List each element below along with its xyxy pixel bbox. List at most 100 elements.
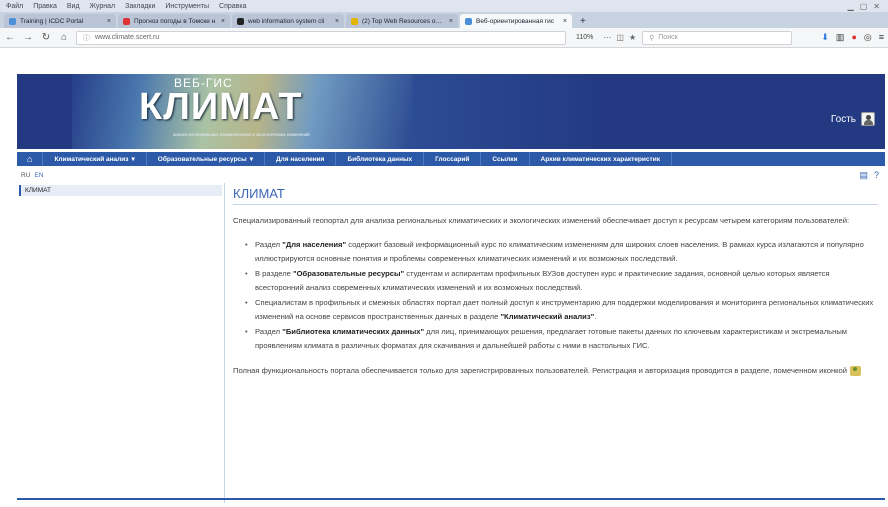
menu-file[interactable]: Файл <box>6 3 23 10</box>
reload-icon[interactable]: ↻ <box>40 32 52 43</box>
menu-help[interactable]: Справка <box>219 3 246 10</box>
tab-close-icon[interactable]: × <box>107 18 111 25</box>
tab-close-icon[interactable]: × <box>563 18 567 25</box>
bottom-divider <box>17 498 885 500</box>
tab-title: Прогноз погоды в Томске н <box>134 17 216 25</box>
menu-view[interactable]: Вид <box>67 3 80 10</box>
forward-icon[interactable]: → <box>22 32 34 43</box>
menu-glossary[interactable]: Глоссарий <box>424 152 482 166</box>
browser-tab[interactable]: web information system cli × <box>232 14 344 28</box>
sidebar: КЛИМАТ <box>17 183 225 503</box>
library-icon[interactable]: ▥ <box>836 32 845 43</box>
browser-tab-active[interactable]: Веб-ориентированная гис × <box>460 14 572 28</box>
list-item: Специалистам в профильных и смежных обла… <box>245 296 878 324</box>
maximize-icon[interactable]: ▢ <box>860 2 868 11</box>
browser-menubar: Файл Правка Вид Журнал Закладки Инструме… <box>0 0 888 12</box>
lang-ru[interactable]: RU <box>21 172 30 179</box>
item-text-pre: Раздел <box>255 327 283 336</box>
guest-login[interactable]: Гость <box>831 112 875 126</box>
zoom-level[interactable]: 110% <box>572 34 597 41</box>
menu-icon[interactable]: ≡ <box>879 32 884 43</box>
toolbar-icons: ⬇ ▥ ● ◎ ≡ <box>821 32 884 43</box>
item-section-link: "Образовательные ресурсы" <box>293 269 405 278</box>
language-bar: RU EN ▤ ? <box>17 168 885 182</box>
guest-label: Гость <box>830 113 856 125</box>
menu-archive[interactable]: Архив климатических характеристик <box>530 152 672 166</box>
home-icon[interactable]: ⌂ <box>58 32 70 43</box>
browser-tab[interactable]: Training | ICDC Portal × <box>4 14 116 28</box>
logo-tagline: анализ региональных климатических и экол… <box>173 132 310 137</box>
menu-data-library[interactable]: Библиотека данных <box>336 152 425 166</box>
address-bar[interactable]: ⓘ www.climate.scert.ru <box>76 30 566 45</box>
item-section-link: "Для населения" <box>282 240 347 249</box>
menu-history[interactable]: Журнал <box>90 3 116 10</box>
menu-tools[interactable]: Инструменты <box>165 3 209 10</box>
item-text-post: . <box>594 312 597 321</box>
logo-title[interactable]: КЛИМАТ <box>139 86 303 129</box>
search-placeholder: Поиск <box>658 34 678 41</box>
info-icon[interactable]: ⓘ <box>83 33 90 43</box>
tab-close-icon[interactable]: × <box>221 18 225 25</box>
browser-tab[interactable]: Прогноз погоды в Томске н × <box>118 14 230 28</box>
globe-icon <box>237 17 244 25</box>
search-input[interactable]: ⚲ Поиск <box>642 30 793 45</box>
page-actions-icon[interactable]: ⋯ <box>603 33 611 42</box>
weather-icon <box>123 17 130 25</box>
header-background <box>412 74 885 149</box>
url-text: www.climate.scert.ru <box>95 34 160 41</box>
item-text-pre: В разделе <box>255 269 294 278</box>
tab-close-icon[interactable]: × <box>449 18 453 25</box>
menu-climate-analysis[interactable]: Климатический анализ ▾ <box>43 152 147 166</box>
main-menu: ⌂ Климатический анализ ▾ Образовательные … <box>17 152 885 166</box>
page-title: КЛИМАТ <box>233 186 878 205</box>
tab-title: Веб-ориентированная гис <box>476 17 555 25</box>
tab-title: Training | ICDC Portal <box>20 17 84 25</box>
tab-close-icon[interactable]: × <box>335 18 339 25</box>
nav-bar: ← → ↻ ⌂ ⓘ www.climate.scert.ru 110% ⋯ ◫ … <box>0 28 888 48</box>
tab-strip: Training | ICDC Portal × Прогноз погоды … <box>0 12 888 28</box>
menu-label: Образовательные ресурсы <box>157 155 247 163</box>
footer-note: Полная функциональность портала обеспечи… <box>233 366 848 375</box>
tab-title: (2) Top Web Resources on C <box>362 17 445 25</box>
item-section-link: "Библиотека климатических данных" <box>282 327 425 336</box>
print-icon[interactable]: ▤ <box>859 170 868 181</box>
star-icon[interactable]: ★ <box>629 33 636 42</box>
intro-text: Специализированный геопортал для анализа… <box>233 216 850 225</box>
back-icon[interactable]: ← <box>4 32 16 43</box>
new-tab-button[interactable]: + <box>574 14 592 28</box>
download-icon[interactable]: ⬇ <box>821 32 829 43</box>
window-controls: ▁ ▢ ✕ <box>848 2 888 11</box>
user-icon[interactable] <box>861 112 875 126</box>
menu-education[interactable]: Образовательные ресурсы ▾ <box>147 152 265 166</box>
home-icon[interactable]: ⌂ <box>17 152 44 166</box>
tab-title: web information system cli <box>248 17 325 25</box>
pocket-icon[interactable]: ◫ <box>616 33 624 42</box>
close-icon[interactable]: ✕ <box>873 2 880 11</box>
item-section-link: "Климатический анализ" <box>500 312 595 321</box>
lang-en[interactable]: EN <box>34 172 43 179</box>
menu-bookmarks[interactable]: Закладки <box>125 3 155 10</box>
globe-icon <box>465 17 472 25</box>
footer-text: Полная функциональность портала обеспечи… <box>233 363 878 378</box>
adblock-icon[interactable]: ● <box>851 32 856 43</box>
menu-edit[interactable]: Правка <box>33 3 57 10</box>
sidebar-item-climate[interactable]: КЛИМАТ <box>19 185 222 196</box>
sync-icon[interactable]: ◎ <box>864 32 872 43</box>
item-text-post: содержит базовый информационный курс по … <box>255 240 864 263</box>
bookmark-icon <box>351 17 358 25</box>
list-item: Раздел "Библиотека климатических данных"… <box>245 325 878 353</box>
main-content: КЛИМАТ Специализированный геопортал для … <box>233 186 878 378</box>
audience-list: Раздел "Для населения" содержит базовый … <box>245 238 878 353</box>
doc-icon <box>9 17 16 25</box>
login-key-icon[interactable] <box>850 366 862 376</box>
menu-label: Климатический анализ <box>54 155 129 163</box>
search-icon: ⚲ <box>649 34 655 42</box>
list-item: Раздел "Для населения" содержит базовый … <box>245 238 878 266</box>
browser-tab[interactable]: (2) Top Web Resources on C × <box>346 14 458 28</box>
page-tools: ▤ ? <box>859 170 885 181</box>
site-header: ВЕБ-ГИС КЛИМАТ анализ региональных клима… <box>17 74 885 149</box>
menu-public[interactable]: Для населения <box>265 152 337 166</box>
menu-links[interactable]: Ссылки <box>481 152 530 166</box>
minimize-icon[interactable]: ▁ <box>848 2 854 11</box>
help-icon[interactable]: ? <box>874 170 879 181</box>
